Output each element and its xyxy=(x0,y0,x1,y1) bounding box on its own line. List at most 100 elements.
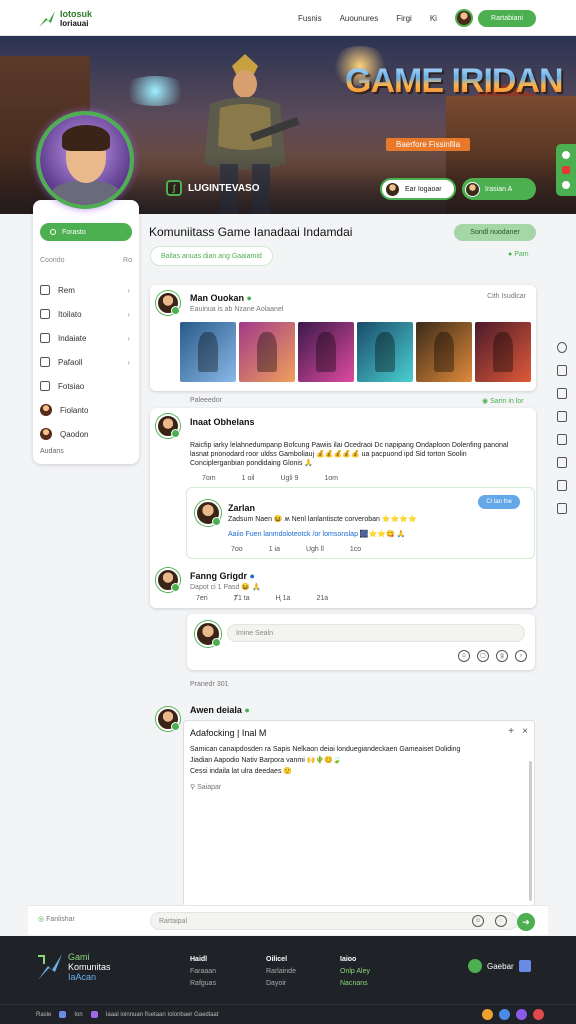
hero-pill-label-2: Irasian A xyxy=(485,185,513,193)
bottom-bar-label[interactable]: ◎ Fanlishar xyxy=(38,915,75,923)
close-icon[interactable]: × xyxy=(522,726,528,737)
rss-icon[interactable] xyxy=(482,1009,493,1020)
post-author-name[interactable]: Man Ouokan ● xyxy=(190,293,252,303)
profile-avatar[interactable] xyxy=(36,111,134,209)
section-header: Pranedr 301 xyxy=(190,681,229,688)
hero-username-text: LUGINTEVASO xyxy=(188,182,260,194)
filter-chip[interactable]: Bailas anuas dian ang Gaaiamid xyxy=(150,246,273,266)
comment-input[interactable]: Imine Sealn xyxy=(227,624,525,642)
stat-comments[interactable]: 1 oil xyxy=(242,475,255,482)
post-author-name[interactable]: Inaat Obhelans xyxy=(190,417,255,427)
chevron-right-icon: › xyxy=(127,357,130,367)
minus-box-icon[interactable] xyxy=(557,365,567,376)
post-author-name[interactable]: Awen deiala ● xyxy=(190,705,250,715)
stat-views[interactable]: 1co xyxy=(350,546,361,553)
google-icon[interactable] xyxy=(499,1009,510,1020)
nav-link-4[interactable]: Ki xyxy=(430,14,437,23)
stat-likes[interactable]: 7eri xyxy=(196,595,208,602)
footer-link[interactable]: Dayoir xyxy=(266,978,296,990)
sort-button[interactable]: Sondl nuodaner xyxy=(454,224,536,241)
stat-comments[interactable]: 1 ia xyxy=(269,546,280,553)
list-icon[interactable] xyxy=(557,388,567,399)
hero-pill-button-secondary[interactable]: Irasian A xyxy=(462,178,536,200)
reply-tag[interactable]: Cl tan fne xyxy=(478,495,520,509)
footer-link[interactable]: Rafguas xyxy=(190,978,216,990)
emoji-icon[interactable]: ☺ xyxy=(458,650,470,662)
sidebar-item-1[interactable]: Rem › xyxy=(40,278,132,302)
stat-views[interactable]: 21a xyxy=(316,595,328,602)
gif-icon[interactable]: g xyxy=(496,650,508,662)
side-share-tab[interactable] xyxy=(556,144,576,196)
gallery-thumb-6[interactable] xyxy=(475,322,531,382)
sidebar-footer-link[interactable]: Audans xyxy=(40,448,64,455)
attachment-link[interactable]: ⚲ Saiapar xyxy=(190,783,221,791)
add-icon[interactable]: + xyxy=(508,726,514,737)
sidebar-item-2[interactable]: Itoilato › xyxy=(40,302,132,326)
footer-cta[interactable]: Gaebar xyxy=(468,959,531,973)
footer-link[interactable]: Nacnans xyxy=(340,978,370,990)
send-button[interactable]: ➜ xyxy=(517,913,535,931)
user-avatar[interactable] xyxy=(455,9,473,27)
reply-line-2[interactable]: Aaiio Fuen lanmdoloteotck /or lomsonslap… xyxy=(228,530,528,539)
reply-author-avatar[interactable] xyxy=(195,500,221,526)
stat-shares[interactable]: Ugli 9 xyxy=(280,475,298,482)
rich-text-editor[interactable]: Adafocking | Inal M + × Samican canaipdo… xyxy=(183,720,535,907)
hero-username: ʃ LUGINTEVASO xyxy=(166,180,259,196)
footer-column-3: Iaioo Onlp Aley Nacnans xyxy=(340,954,370,990)
footer-legal-2[interactable]: Ion xyxy=(74,1012,82,1018)
nav-link-3[interactable]: Firgi xyxy=(396,14,412,23)
footer-column-2: Oilicel Rarlainde Dayoir xyxy=(266,954,296,990)
twitch-icon[interactable] xyxy=(516,1009,527,1020)
sidebar-item-label: Fiolanto xyxy=(60,405,89,415)
post-footer-link[interactable]: ◉ Sarin in lor xyxy=(482,397,524,405)
send-icon[interactable]: › xyxy=(515,650,527,662)
post-author-name[interactable]: Fanng Grigdr ● xyxy=(190,571,255,581)
gallery-thumb-2[interactable] xyxy=(239,322,295,382)
nested-reply: Zarlan Zadsum Naen 😆 ʍ Nenl lanlantiscte… xyxy=(186,487,535,559)
post-author-avatar[interactable] xyxy=(156,568,180,592)
gallery-thumb-3[interactable] xyxy=(298,322,354,382)
post-author-avatar[interactable] xyxy=(156,414,180,438)
hero-pill-label-1: Ear Iogaoar xyxy=(405,185,442,193)
bookmark-icon[interactable] xyxy=(557,503,567,514)
stat-shares[interactable]: Ugh ll xyxy=(306,546,324,553)
calendar-icon[interactable] xyxy=(557,434,567,445)
post-author-avatar[interactable] xyxy=(156,707,180,731)
bottom-input[interactable]: Rartaipal xyxy=(150,912,518,930)
stat-shares[interactable]: Ⱨ 1a xyxy=(276,595,291,602)
footer-link[interactable]: Onlp Aley xyxy=(340,966,370,978)
gallery-thumb-4[interactable] xyxy=(357,322,413,382)
stat-views[interactable]: 1om xyxy=(324,475,338,482)
stat-likes[interactable]: 7om xyxy=(202,475,216,482)
nav-link-1[interactable]: Fusnis xyxy=(298,14,322,23)
image-icon[interactable]: ▢ xyxy=(477,650,489,662)
nav-link-2[interactable]: Auounures xyxy=(340,14,379,23)
gallery-thumb-1[interactable] xyxy=(180,322,236,382)
sidebar-item-7[interactable]: Qaodon xyxy=(40,422,132,446)
edit-icon[interactable] xyxy=(557,457,567,468)
footer-link[interactable]: Rarlainde xyxy=(266,966,296,978)
stat-likes[interactable]: 7oo xyxy=(231,546,243,553)
follow-button[interactable]: Forasto xyxy=(40,223,132,241)
document-icon[interactable] xyxy=(557,480,567,491)
sidebar-item-4[interactable]: Pafaoll › xyxy=(40,350,132,374)
emoji-icon[interactable]: ☺ xyxy=(472,915,484,927)
hero-pill-button-primary[interactable]: Ear Iogaoar xyxy=(380,178,456,200)
gallery-thumb-5[interactable] xyxy=(416,322,472,382)
sidebar-item-3[interactable]: Indaiate › xyxy=(40,326,132,350)
sidebar-item-5[interactable]: Fotsiao xyxy=(40,374,132,398)
reply-author-name[interactable]: Zarlan xyxy=(228,503,255,513)
sidebar-item-6[interactable]: Fiolanto xyxy=(40,398,132,422)
footer-link[interactable]: Faraaan xyxy=(190,966,216,978)
language-icon xyxy=(59,1011,67,1018)
footer-legal-1[interactable]: Rasle xyxy=(36,1012,51,1018)
nav-cta-button[interactable]: Rartabiani xyxy=(478,10,536,27)
post-author-avatar[interactable] xyxy=(156,291,180,315)
stat-comments[interactable]: Ⱦ1 ta xyxy=(234,595,250,602)
clock-icon[interactable] xyxy=(557,342,567,353)
youtube-icon[interactable] xyxy=(533,1009,544,1020)
attach-icon[interactable]: ◌ xyxy=(495,915,507,927)
site-logo[interactable]: Iotosuk Ioriauai xyxy=(38,10,92,28)
share-box-icon[interactable] xyxy=(557,411,567,422)
editor-scrollbar[interactable] xyxy=(529,761,532,901)
